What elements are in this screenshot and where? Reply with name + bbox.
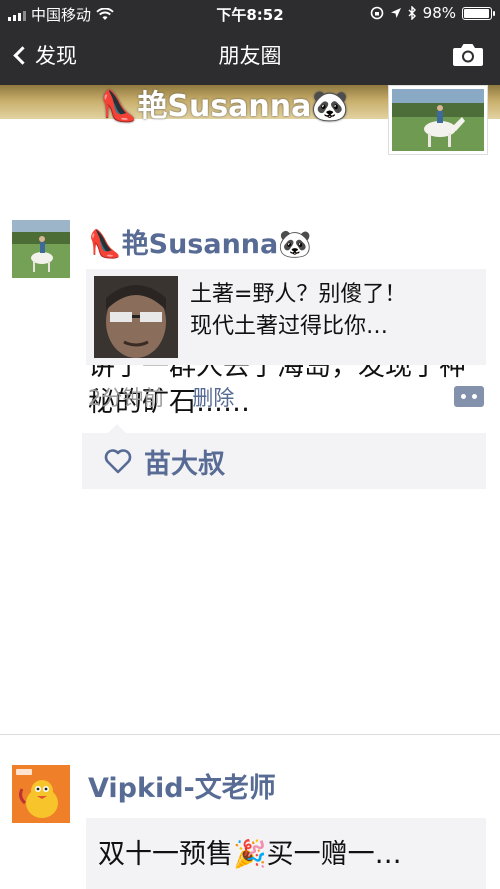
battery-fill: [464, 8, 489, 18]
bluetooth-icon: [408, 6, 416, 20]
avatar-image: [12, 220, 70, 278]
profile-avatar[interactable]: [388, 85, 488, 155]
nav-bar: 发现 朋友圈: [0, 26, 500, 85]
post-meta: 2分钟前 删除: [88, 382, 234, 412]
cover-username: 👠艳Susanna🐼: [100, 89, 349, 124]
delete-button[interactable]: 删除: [192, 382, 234, 412]
avatar-image: [12, 765, 70, 823]
location-icon: [390, 8, 401, 18]
link-title: 土著=野人？别傻了！ 现代土著过得比你…: [190, 282, 407, 339]
author-name[interactable]: 👠艳Susanna🐼: [88, 222, 312, 261]
post-divider: [0, 734, 500, 735]
battery-percent: 98%: [422, 4, 456, 22]
link-thumbnail: [94, 276, 178, 358]
rotation-lock-icon: [370, 6, 383, 20]
author-avatar[interactable]: [12, 220, 70, 278]
shared-link-card[interactable]: 土著=野人？别傻了！ 现代土著过得比你…: [86, 269, 486, 365]
horse-photo-thumbnail: [392, 89, 484, 151]
post-timestamp: 2分钟前: [88, 386, 165, 410]
shared-link-card[interactable]: 双十一预售🎉买一赠一…: [86, 818, 486, 889]
page-title: 朋友圈: [218, 44, 282, 68]
cartoon-face-thumbnail: [94, 276, 178, 358]
status-bar: 中国移动 下午8:52 98%: [0, 0, 500, 26]
liker-name[interactable]: 苗大叔: [144, 442, 225, 481]
likes-section: 苗大叔: [82, 424, 486, 489]
top-bar: 中国移动 下午8:52 98% 发现 朋友圈: [0, 0, 500, 85]
author-name[interactable]: Vipkid-文老师: [88, 766, 276, 805]
author-avatar[interactable]: [12, 765, 70, 823]
more-actions-icon[interactable]: [454, 386, 484, 407]
heart-icon: [104, 449, 132, 474]
camera-icon[interactable]: [452, 42, 484, 67]
battery-icon: [462, 6, 495, 20]
post-text: 双十一预售🎉买一赠一…: [98, 839, 402, 870]
